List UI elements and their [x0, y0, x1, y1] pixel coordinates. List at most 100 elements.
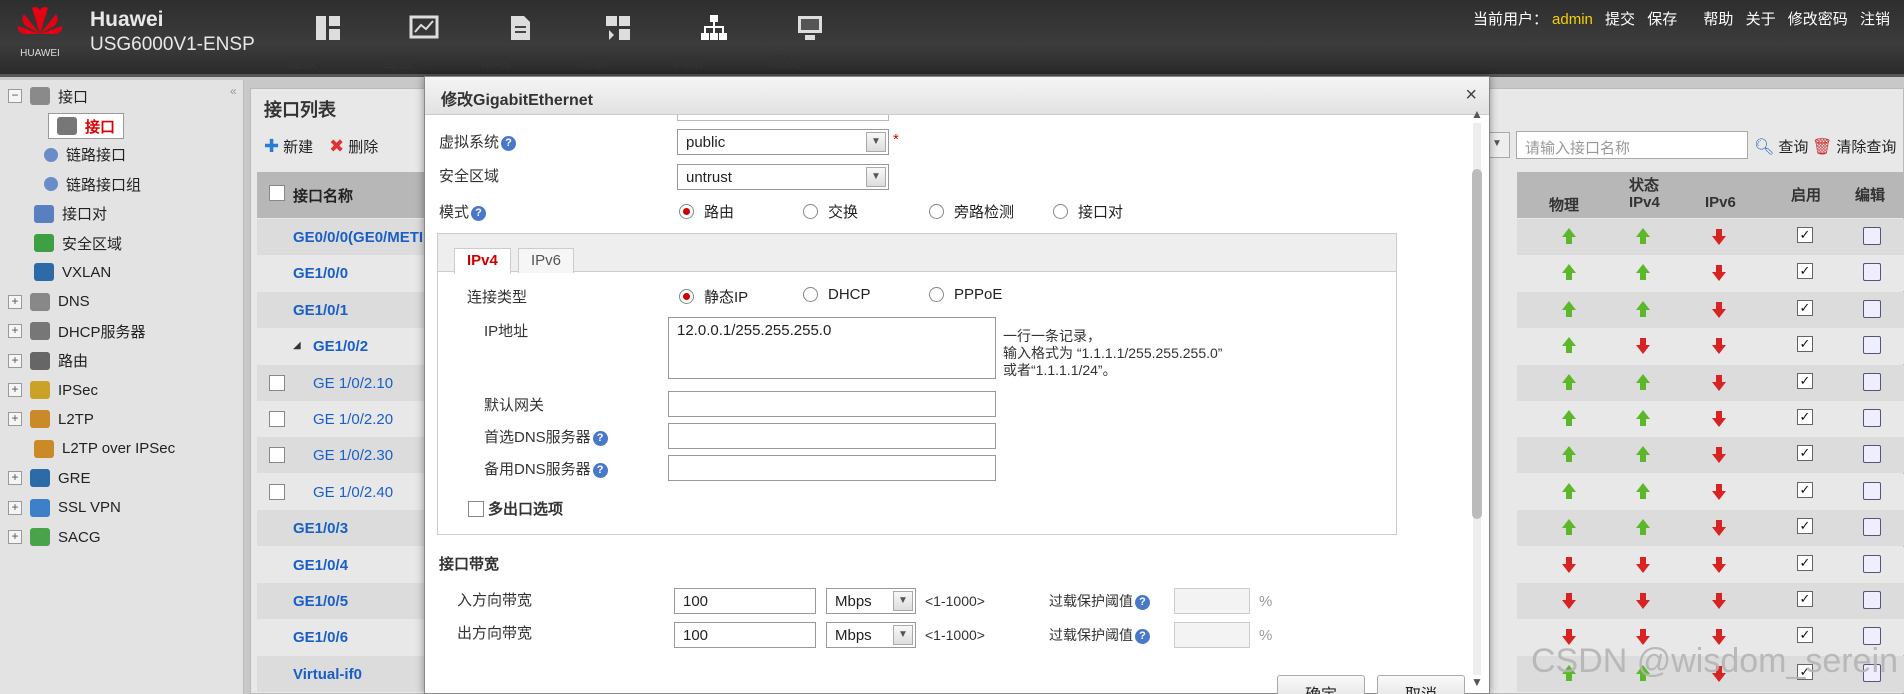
table-row[interactable]: GE1/0/4: [257, 546, 427, 583]
expand-icon[interactable]: +: [8, 530, 22, 544]
collapse-tree-icon[interactable]: «: [230, 84, 237, 98]
interface-name-link[interactable]: GE1/0/5: [293, 593, 348, 610]
change-password-link[interactable]: 修改密码: [1788, 11, 1848, 28]
enable-checkbox[interactable]: ✓: [1797, 227, 1813, 243]
dialog-scrollbar[interactable]: ▲ ▼: [1469, 107, 1483, 692]
row-checkbox[interactable]: [269, 374, 285, 391]
help-icon[interactable]: ?: [1135, 628, 1150, 644]
interface-name-link[interactable]: GE0/0/0(GE0/METI: [293, 229, 423, 246]
cancel-button[interactable]: 取消: [1377, 675, 1465, 694]
interface-name-link[interactable]: GE1/0/3: [293, 520, 348, 537]
enable-checkbox[interactable]: ✓: [1797, 372, 1813, 389]
search-input[interactable]: 请输入接口名称: [1516, 131, 1748, 159]
pppoe-radio[interactable]: PPPoE: [929, 286, 1002, 303]
tree-item[interactable]: + GRE: [8, 466, 91, 490]
table-row[interactable]: GE1/0/0: [257, 255, 427, 292]
edit-icon[interactable]: [1863, 263, 1881, 282]
dns1-input[interactable]: [668, 423, 996, 449]
tree-item[interactable]: 接口对: [34, 202, 107, 226]
new-button[interactable]: ✚ 新建: [264, 136, 313, 157]
edit-icon[interactable]: [1863, 591, 1881, 609]
interface-name-link[interactable]: GE 1/0/2.40: [313, 484, 393, 501]
tree-item[interactable]: 接口: [48, 113, 125, 140]
mode-routing-radio[interactable]: 路由: [679, 201, 734, 222]
help-icon[interactable]: ?: [1135, 594, 1150, 610]
table-row[interactable]: GE1/0/5: [257, 583, 427, 619]
table-row[interactable]: GE1/0/1: [257, 291, 427, 328]
tab-ipv6[interactable]: IPv6: [518, 248, 575, 273]
scroll-down-icon[interactable]: ▼: [1471, 675, 1483, 689]
expand-icon[interactable]: +: [8, 383, 22, 397]
tree-item[interactable]: + 路由: [8, 349, 88, 373]
enable-checkbox[interactable]: ✓: [1797, 591, 1813, 607]
expand-icon[interactable]: +: [8, 294, 22, 309]
row-checkbox[interactable]: [269, 447, 285, 464]
row-checkbox[interactable]: [269, 411, 285, 427]
tree-item[interactable]: 链路接口: [44, 143, 126, 167]
nav-object[interactable]: 对象: [578, 14, 658, 74]
nav-policy[interactable]: 策略: [480, 14, 560, 74]
interface-name-link[interactable]: GE 1/0/2.20: [313, 411, 393, 428]
interface-name-link[interactable]: GE1/0/1: [293, 302, 348, 319]
tree-item[interactable]: + DNS: [8, 290, 90, 314]
ok-button[interactable]: 确定: [1277, 675, 1365, 694]
edit-icon[interactable]: [1863, 299, 1881, 318]
zone-select[interactable]: untrust ▼: [677, 164, 889, 190]
tree-item[interactable]: + SSL VPN: [8, 496, 121, 520]
out-unit-select[interactable]: Mbps ▼: [826, 622, 916, 648]
dns2-input[interactable]: [668, 455, 996, 481]
ip-address-textarea[interactable]: 12.0.0.1/255.255.255.0: [668, 317, 996, 379]
enable-checkbox[interactable]: ✓: [1797, 299, 1813, 316]
interface-name-link[interactable]: GE1/0/2: [313, 338, 368, 355]
scroll-thumb[interactable]: [1472, 169, 1482, 519]
expand-icon[interactable]: +: [8, 324, 22, 339]
tab-ipv4[interactable]: IPv4: [454, 248, 511, 274]
close-icon[interactable]: ×: [1465, 84, 1477, 107]
table-row[interactable]: Virtual-if0: [257, 655, 427, 692]
tree-item[interactable]: 链路接口组: [44, 172, 141, 196]
table-row[interactable]: GE1/0/6: [257, 619, 427, 656]
dhcp-radio[interactable]: DHCP: [803, 286, 871, 303]
collapse-icon[interactable]: −: [8, 89, 22, 103]
table-row[interactable]: GE1/0/3: [257, 510, 427, 547]
table-row[interactable]: GE 1/0/2.30: [257, 437, 427, 474]
vsys-select[interactable]: public ▼: [677, 129, 889, 155]
in-overload-input[interactable]: [1174, 588, 1250, 614]
enable-checkbox[interactable]: ✓: [1797, 445, 1813, 462]
table-row[interactable]: ◢ GE1/0/2: [257, 328, 427, 365]
delete-button[interactable]: ✖ 删除: [329, 136, 378, 157]
nav-monitor[interactable]: 监控: [384, 14, 464, 74]
mode-switching-radio[interactable]: 交换: [803, 201, 858, 222]
table-row[interactable]: GE 1/0/2.40: [257, 473, 427, 510]
row-checkbox[interactable]: [269, 483, 285, 500]
interface-name-link[interactable]: GE 1/0/2.10: [313, 375, 393, 392]
edit-icon[interactable]: [1863, 481, 1881, 500]
tree-item[interactable]: 安全区域: [34, 231, 122, 255]
in-unit-select[interactable]: Mbps ▼: [826, 588, 916, 614]
nav-system[interactable]: 系统: [770, 14, 850, 74]
enable-checkbox[interactable]: ✓: [1797, 554, 1813, 571]
help-icon[interactable]: ?: [592, 462, 608, 478]
help-icon[interactable]: ?: [592, 430, 608, 446]
interface-name-link[interactable]: GE 1/0/2.30: [313, 447, 393, 464]
expand-icon[interactable]: +: [8, 353, 22, 368]
tree-item[interactable]: L2TP over IPSec: [34, 437, 175, 461]
query-button[interactable]: 🔍︎ 查询: [1754, 136, 1808, 157]
edit-icon[interactable]: [1863, 409, 1881, 427]
edit-icon[interactable]: [1863, 554, 1881, 573]
interface-name-link[interactable]: GE1/0/6: [293, 629, 348, 646]
save-link[interactable]: 保存: [1647, 11, 1677, 28]
table-row[interactable]: GE 1/0/2.10: [257, 364, 427, 401]
edit-icon[interactable]: [1863, 227, 1881, 245]
mode-bypass-radio[interactable]: 旁路检测: [929, 201, 1014, 222]
tree-item[interactable]: VXLAN: [34, 260, 111, 284]
edit-icon[interactable]: [1863, 372, 1881, 391]
enable-checkbox[interactable]: ✓: [1797, 263, 1813, 280]
tree-item[interactable]: + DHCP服务器: [8, 319, 146, 343]
expand-row-icon[interactable]: ◢: [293, 340, 301, 351]
out-overload-input[interactable]: [1174, 622, 1250, 648]
edit-icon[interactable]: [1863, 518, 1881, 537]
help-link[interactable]: 帮助: [1703, 11, 1733, 28]
expand-icon[interactable]: +: [8, 471, 22, 486]
clear-query-button[interactable]: 🗑︎ 清除查询: [1812, 136, 1896, 157]
